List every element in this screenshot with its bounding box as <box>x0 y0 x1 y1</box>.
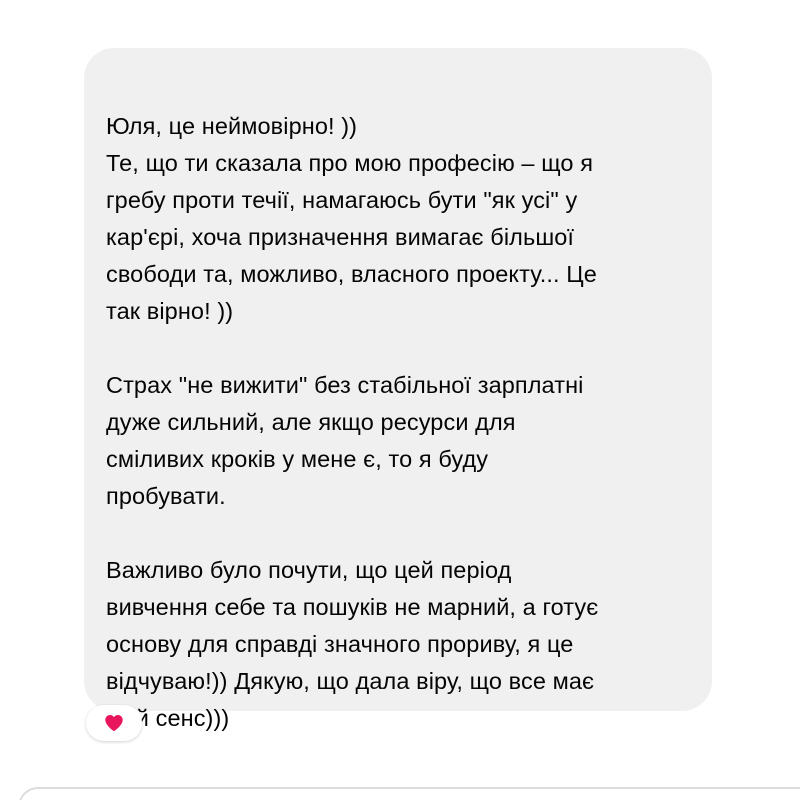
message-line: Те, що ти сказала про мою професію – що … <box>106 150 594 176</box>
heart-icon <box>105 715 123 732</box>
message-line: свій сенс))) <box>106 705 230 731</box>
message-line: дуже сильний, але якщо ресурси для <box>106 409 516 435</box>
message-line: пробувати. <box>106 483 226 509</box>
message-line: гребу проти течії, намагаюсь бути "як ус… <box>106 187 578 213</box>
message-bubble[interactable]: Юля, це неймовірно! )) Те, що ти сказала… <box>84 48 712 731</box>
message-line: основу для справді значного прориву, я ц… <box>106 631 574 657</box>
message-composer[interactable] <box>18 787 800 800</box>
message-line: так вірно! )) <box>106 298 234 324</box>
message-line: Важливо було почути, що цей період <box>106 557 512 583</box>
message-line: сміливих кроків у мене є, то я буду <box>106 446 489 472</box>
message-line: кар'єрі, хоча призначення вимагає більшо… <box>106 224 575 250</box>
reaction-badge[interactable] <box>86 705 142 741</box>
chat-area: Юля, це неймовірно! )) Те, що ти сказала… <box>0 0 800 800</box>
message-line: Страх "не вижити" без стабільної зарплат… <box>106 372 584 398</box>
message-line: Юля, це неймовірно! )) <box>106 113 358 139</box>
message-line: свободи та, можливо, власного проекту...… <box>106 261 597 287</box>
message-line: відчуваю!)) Дякую, що дала віру, що все … <box>106 668 595 694</box>
message-line: вивчення себе та пошуків не марний, а го… <box>106 594 599 620</box>
